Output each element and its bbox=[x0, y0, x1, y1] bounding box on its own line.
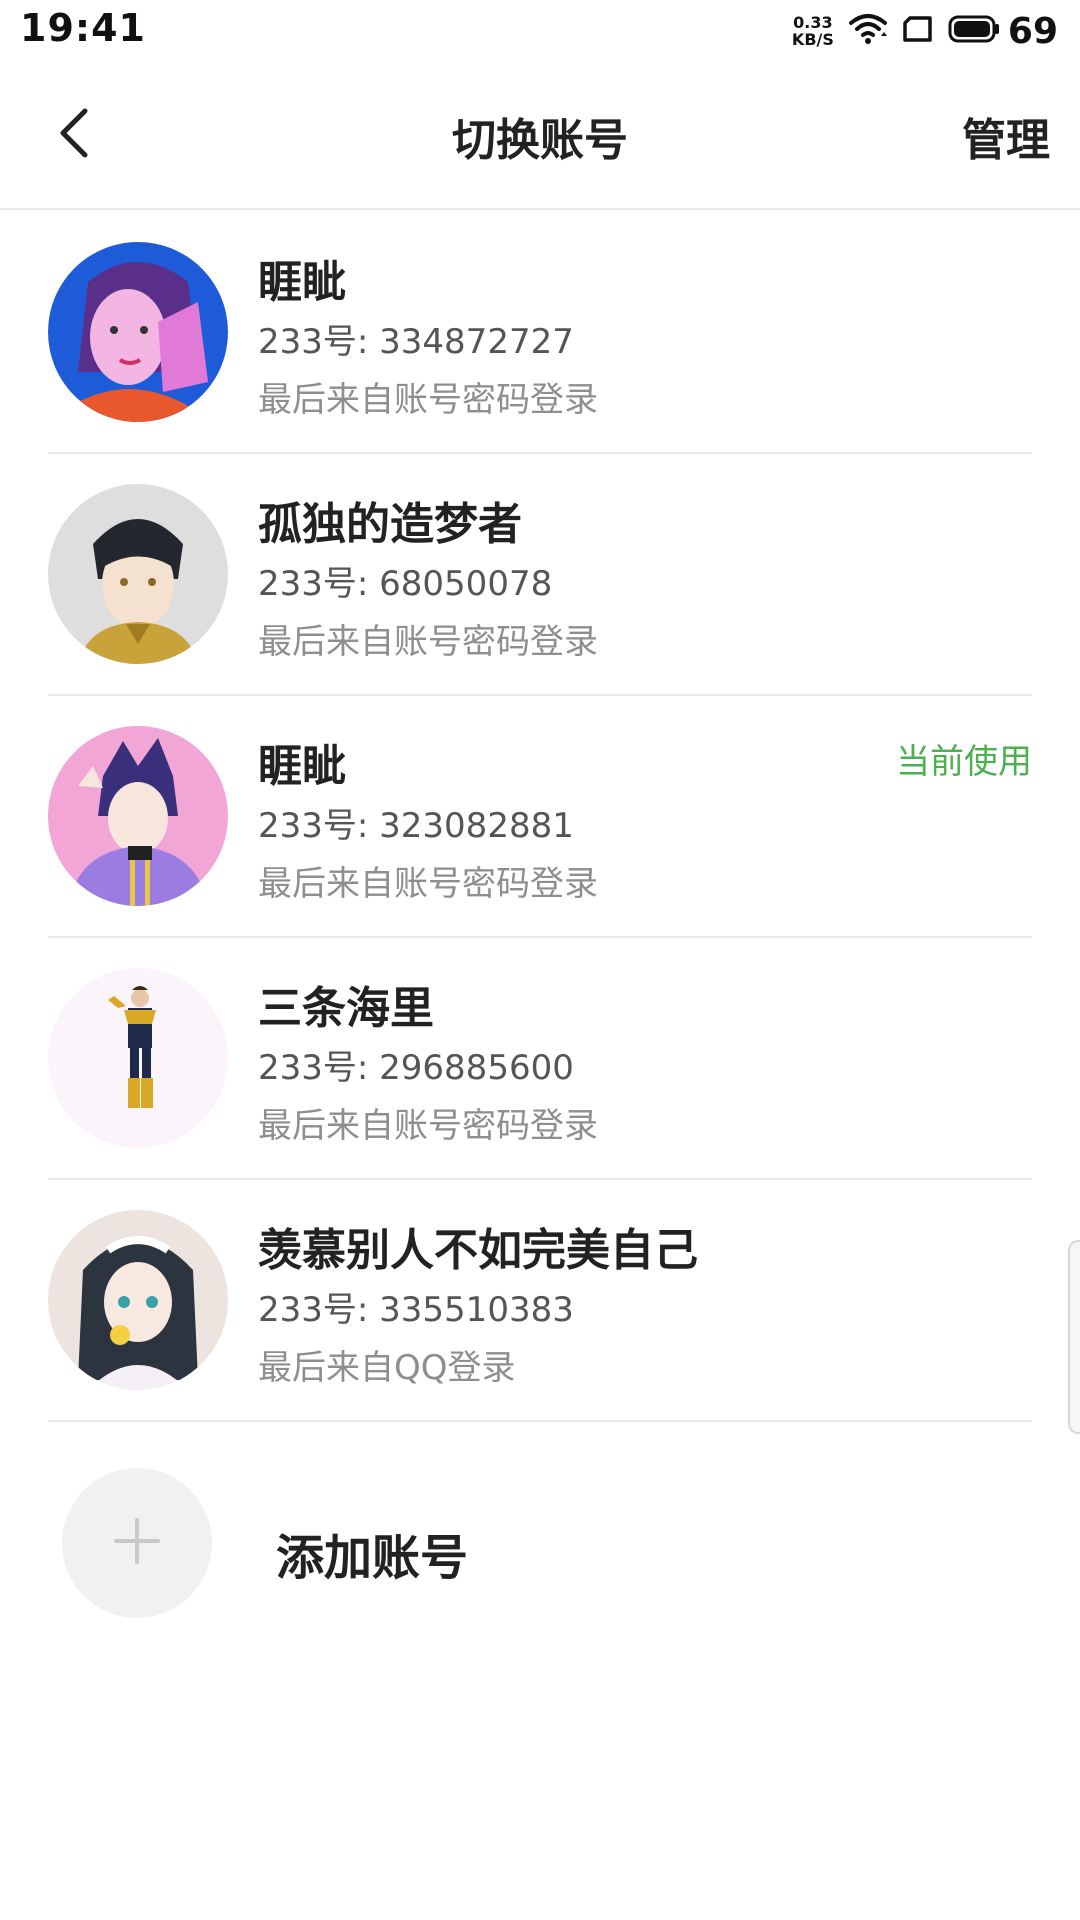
add-account-button[interactable]: 添加账号 bbox=[0, 1450, 1080, 1650]
avatar bbox=[48, 242, 228, 422]
current-account-badge: 当前使用 bbox=[896, 742, 1032, 782]
account-item[interactable]: 孤独的造梦者 233号: 68050078 最后来自账号密码登录 bbox=[0, 454, 1080, 696]
battery-level: 69 bbox=[1007, 10, 1058, 52]
status-indicators: 0.33 KB/S 69 bbox=[792, 8, 1058, 54]
wifi-icon bbox=[848, 12, 888, 50]
account-name: 孤独的造梦者 bbox=[258, 499, 522, 550]
avatar bbox=[48, 484, 228, 664]
avatar bbox=[48, 726, 228, 906]
sim-icon bbox=[902, 15, 934, 47]
status-bar: 19:41 0.33 KB/S 69 bbox=[0, 0, 1080, 60]
account-name: 睚眦 bbox=[258, 741, 346, 792]
add-account-label: 添加账号 bbox=[276, 1530, 469, 1586]
account-id: 233号: 323082881 bbox=[258, 806, 574, 846]
status-time: 19:41 bbox=[20, 6, 146, 50]
account-name: 三条海里 bbox=[258, 983, 434, 1034]
battery-icon bbox=[948, 14, 1000, 48]
app-header: 切换账号 管理 bbox=[0, 60, 1080, 210]
account-item[interactable]: 三条海里 233号: 296885600 最后来自账号密码登录 bbox=[0, 938, 1080, 1180]
account-login-method: 最后来自账号密码登录 bbox=[258, 622, 598, 662]
edge-scroll-handle[interactable] bbox=[1068, 1240, 1080, 1434]
account-item[interactable]: 睚眦 233号: 323082881 最后来自账号密码登录 当前使用 bbox=[0, 696, 1080, 938]
account-login-method: 最后来自QQ登录 bbox=[258, 1348, 516, 1388]
add-account-circle bbox=[62, 1468, 212, 1618]
account-item[interactable]: 羡慕别人不如完美自己 233号: 335510383 最后来自QQ登录 bbox=[0, 1180, 1080, 1422]
avatar bbox=[48, 968, 228, 1148]
plus-icon bbox=[112, 1516, 162, 1570]
manage-button[interactable]: 管理 bbox=[962, 104, 1050, 168]
account-id: 233号: 334872727 bbox=[258, 322, 574, 362]
divider bbox=[48, 1420, 1032, 1422]
account-login-method: 最后来自账号密码登录 bbox=[258, 380, 598, 420]
account-login-method: 最后来自账号密码登录 bbox=[258, 1106, 598, 1146]
account-id: 233号: 68050078 bbox=[258, 564, 553, 604]
account-list: 睚眦 233号: 334872727 最后来自账号密码登录 孤独的造梦者 233… bbox=[0, 212, 1080, 1422]
account-name: 睚眦 bbox=[258, 257, 346, 308]
account-name: 羡慕别人不如完美自己 bbox=[258, 1225, 698, 1276]
network-speed: 0.33 KB/S bbox=[792, 14, 834, 48]
account-id: 233号: 296885600 bbox=[258, 1048, 574, 1088]
account-id: 233号: 335510383 bbox=[258, 1290, 574, 1330]
account-login-method: 最后来自账号密码登录 bbox=[258, 864, 598, 904]
account-item[interactable]: 睚眦 233号: 334872727 最后来自账号密码登录 bbox=[0, 212, 1080, 454]
avatar bbox=[48, 1210, 228, 1390]
network-speed-unit: KB/S bbox=[791, 30, 834, 49]
page-title: 切换账号 bbox=[452, 115, 628, 166]
network-speed-value: 0.33 bbox=[793, 13, 833, 32]
